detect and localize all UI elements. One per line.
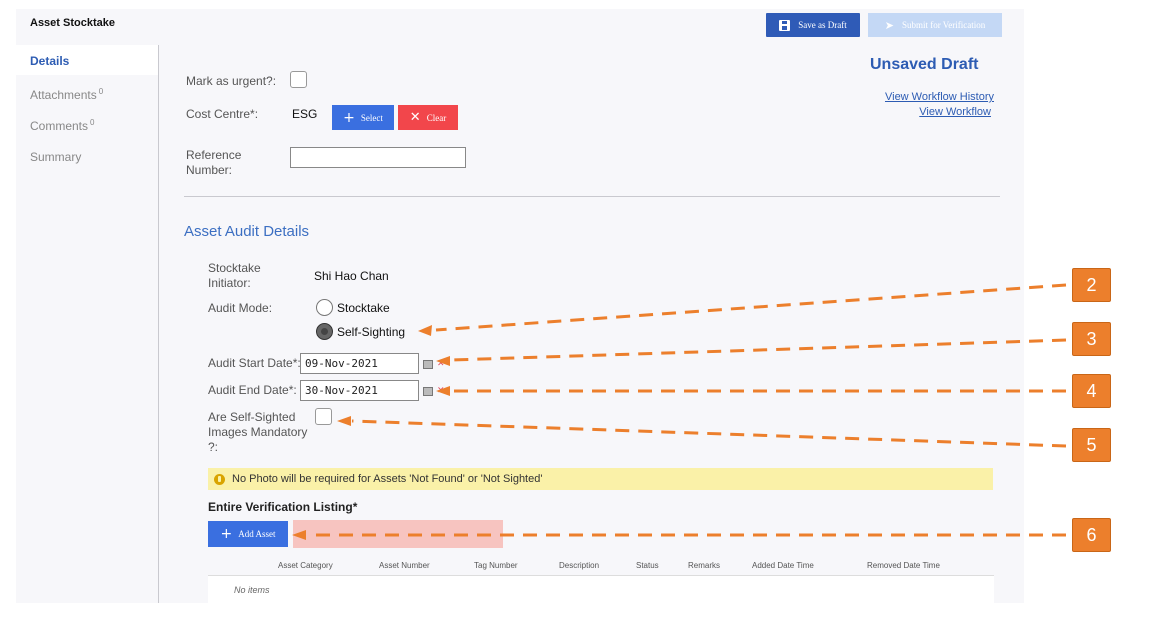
app-window: Asset Stocktake Save as Draft ➤ Submit f… [16,9,1024,603]
sidebar-item-details[interactable]: Details [30,54,69,68]
empty-table-text: No items [234,585,270,595]
column-header[interactable]: Tag Number [474,561,518,570]
clear-date-icon[interactable]: ✕ [437,359,445,369]
close-icon: ✕ [409,110,421,125]
plus-icon: + [343,109,355,126]
notice-text: No Photo will be required for Assets 'No… [232,473,543,485]
sidebar-item-attachments[interactable]: Attachments 0 [30,87,103,102]
mark-urgent-label: Mark as urgent?: [186,74,277,88]
reference-label: Reference [186,148,242,162]
column-header[interactable]: Added Date Time [752,561,814,570]
select-button[interactable]: + Select [332,105,394,130]
audit-mode-label: Audit Mode: [208,301,273,315]
listing-title: Entire Verification Listing* [208,500,358,514]
sidebar-item-summary[interactable]: Summary [30,150,81,164]
radio-self-sighting-label: Self-Sighting [337,325,406,339]
add-asset-highlight [293,520,503,548]
verification-table-body: No items [208,575,994,603]
cost-centre-label: Cost Centre*: [186,107,259,121]
add-asset-label: Add Asset [238,529,276,539]
app-title: Asset Stocktake [30,17,115,29]
attachments-count: 0 [98,87,104,96]
audit-start-date-input[interactable]: 09-Nov-2021 [300,353,419,374]
section-divider [184,196,1000,197]
radio-stocktake-label: Stocktake [337,301,390,315]
draft-status: Unsaved Draft [870,56,979,73]
images-mandatory-label: Are Self-Sighted [208,410,296,424]
sidebar-item-comments[interactable]: Comments 0 [30,118,94,133]
images-mandatory-label-line3: ?: [208,440,219,454]
submit-label: Submit for Verification [901,20,986,30]
radio-self-sighting[interactable] [316,323,333,340]
calendar-icon[interactable] [423,387,433,396]
send-arrow-icon: ➤ [884,18,894,32]
comments-count: 0 [90,118,95,127]
audit-start-date-label: Audit Start Date*: [208,356,301,370]
images-mandatory-label-line2: Images Mandatory [208,425,308,439]
submit-for-verification-button[interactable]: ➤ Submit for Verification [868,13,1002,37]
callout-badge: 5 [1072,428,1111,462]
images-mandatory-checkbox[interactable] [315,408,332,425]
calendar-icon[interactable] [423,360,433,369]
audit-end-date-input[interactable]: 30-Nov-2021 [300,380,419,401]
info-notice: No Photo will be required for Assets 'No… [208,468,993,490]
column-header[interactable]: Remarks [688,561,720,570]
callout-badge: 3 [1072,322,1111,356]
sidebar-item-label: Summary [30,150,82,164]
column-header[interactable]: Asset Category [278,561,333,570]
sidebar: Details Attachments 0 Comments 0 Summary [16,45,159,603]
select-label: Select [360,112,383,123]
callout-badge: 2 [1072,268,1111,302]
callout-badge: 4 [1072,374,1111,408]
info-icon [214,474,225,485]
sidebar-item-label: Attachments [30,88,97,102]
cost-centre-value: ESG [292,107,318,121]
column-header[interactable]: Status [636,561,659,570]
column-header[interactable]: Asset Number [379,561,430,570]
view-workflow-link[interactable]: View Workflow [831,106,991,118]
save-as-draft-button[interactable]: Save as Draft [766,13,860,37]
sidebar-item-label: Comments [30,119,89,133]
sidebar-item-label: Details [30,54,70,68]
radio-stocktake[interactable] [316,299,333,316]
clear-label: Clear [426,112,447,123]
section-title: Asset Audit Details [184,223,310,240]
column-header[interactable]: Description [559,561,599,570]
top-bar: Asset Stocktake Save as Draft ➤ Submit f… [16,9,1024,39]
clear-button[interactable]: ✕ Clear [398,105,458,130]
reference-number-input[interactable] [290,147,466,168]
initiator-label-line2: Initiator: [208,276,251,290]
initiator-value: Shi Hao Chan [314,269,389,283]
save-as-draft-label: Save as Draft [798,20,847,30]
initiator-label: Stocktake [208,261,261,275]
callout-badge: 6 [1072,518,1111,552]
audit-end-date-label: Audit End Date*: [208,383,297,397]
reference-label-line2: Number: [186,163,233,177]
mark-urgent-checkbox[interactable] [290,71,307,88]
clear-date-icon[interactable]: ✕ [437,386,445,396]
add-asset-button[interactable]: + Add Asset [208,521,288,547]
column-header[interactable]: Removed Date Time [867,561,940,570]
view-workflow-history-link[interactable]: View Workflow History [834,91,994,103]
save-disk-icon [779,19,791,31]
plus-icon: + [220,526,233,542]
